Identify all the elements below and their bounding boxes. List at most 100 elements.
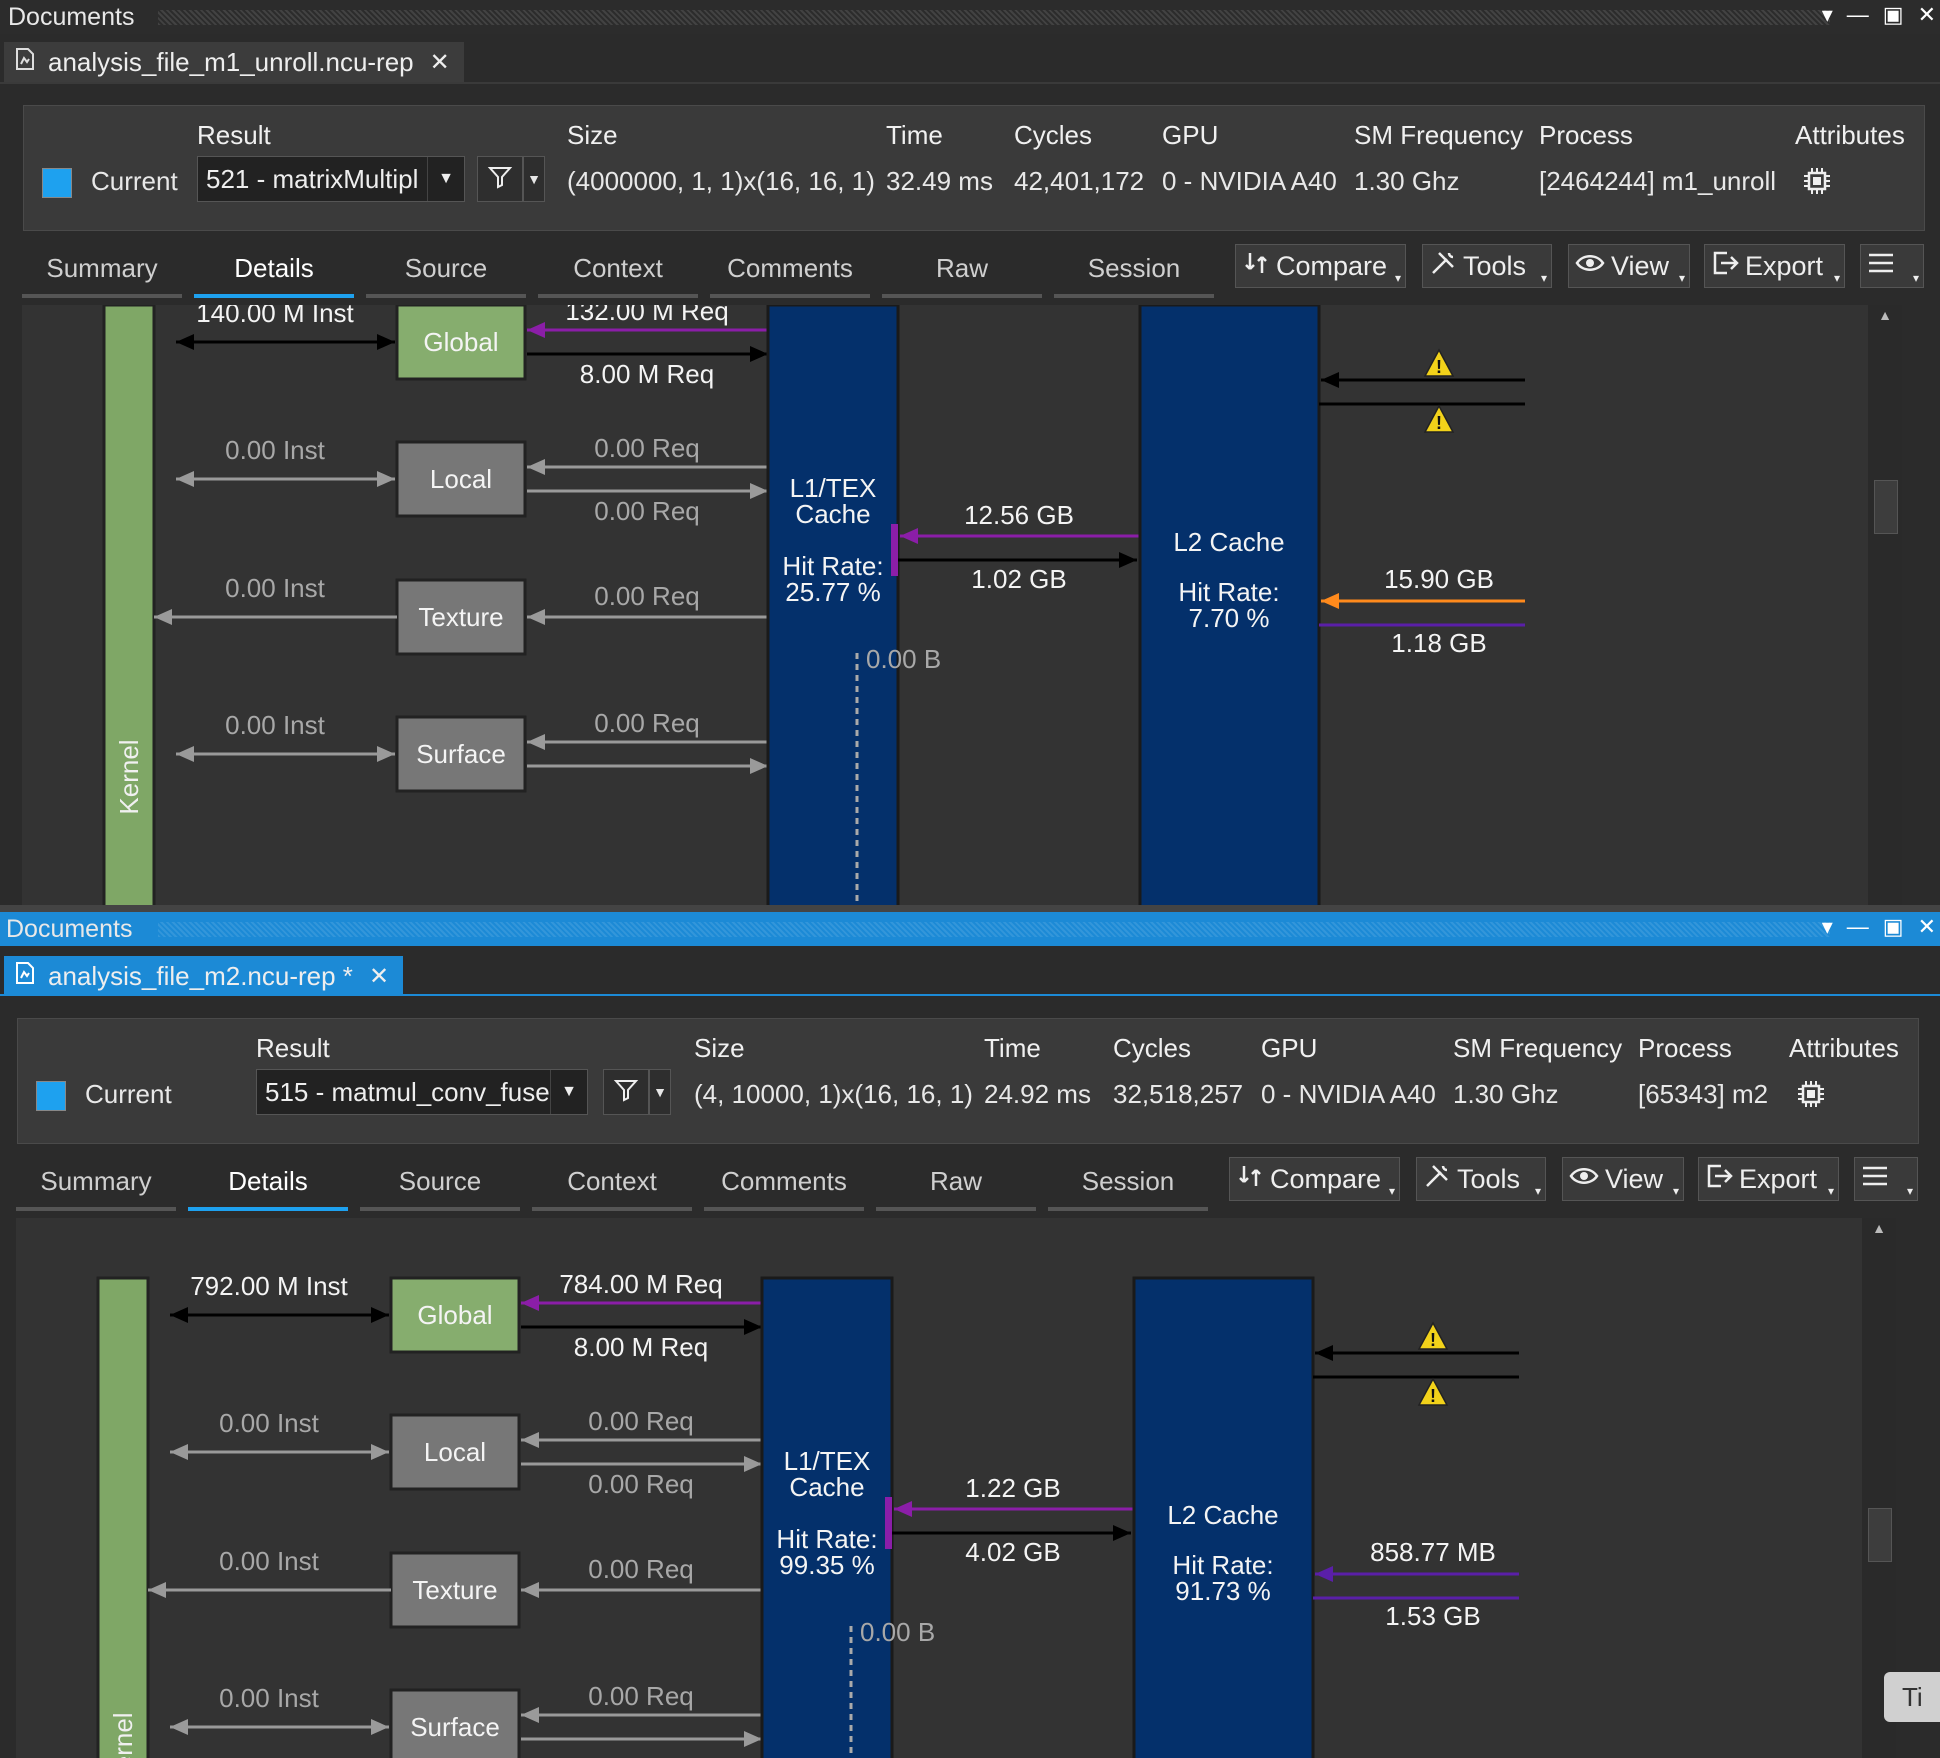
local-load-arrow-head (527, 459, 545, 475)
local-store-arrow-head (744, 1456, 762, 1472)
document-tab[interactable]: analysis_file_m2.ncu-rep * ✕ (4, 956, 404, 996)
time-value: 32.49 ms (886, 166, 993, 196)
attributes-label: Attributes (1789, 1033, 1899, 1063)
l1-cache-title-2: Cache (795, 499, 870, 529)
kernel-label: Kernel (108, 1712, 138, 1758)
surface-inst-arrow-head (176, 746, 194, 762)
surface-label: Surface (416, 739, 506, 769)
eye-icon (1569, 1162, 1599, 1197)
tab-comments[interactable]: Comments (710, 248, 870, 298)
export-button[interactable]: Export ▾ (1704, 244, 1845, 288)
chevron-down-icon[interactable]: ▾ (1822, 914, 1833, 940)
tab-summary[interactable]: Summary (22, 248, 182, 298)
tab-comments[interactable]: Comments (704, 1161, 864, 1211)
result-select[interactable]: 521 - matrixMultipl ▼ (197, 156, 465, 202)
export-button[interactable]: Export ▾ (1698, 1157, 1839, 1201)
result-label: Result (256, 1033, 330, 1063)
close-icon[interactable]: ✕ (369, 962, 389, 991)
scroll-up-icon[interactable]: ▲ (1870, 1220, 1888, 1238)
local-inst-arrow-head (377, 471, 395, 487)
tab-session[interactable]: Session (1048, 1161, 1208, 1211)
chip-icon[interactable] (1796, 1079, 1826, 1114)
l1-hit-value: 99.35 % (779, 1550, 874, 1580)
compare-button[interactable]: Compare ▾ (1229, 1157, 1400, 1201)
local-inst-label: 0.00 Inst (225, 435, 326, 465)
vertical-scrollbar[interactable]: ▲ (1868, 305, 1902, 905)
local-label: Local (430, 464, 492, 494)
scrollbar-thumb[interactable] (1868, 1508, 1892, 1562)
documents-title: Documents (8, 3, 135, 31)
tools-label: Tools (1463, 250, 1527, 281)
device-top-label: 858.77 MB (1370, 1537, 1496, 1567)
tab-context[interactable]: Context (532, 1161, 692, 1211)
tools-button[interactable]: Tools ▾ (1416, 1157, 1546, 1201)
texture-req-label: 0.00 Req (594, 581, 700, 611)
tab-context[interactable]: Context (538, 248, 698, 298)
result-label: Result (197, 120, 271, 150)
tab-details[interactable]: Details (188, 1161, 348, 1211)
filter-dropdown[interactable]: ▼ (523, 156, 545, 202)
minimize-icon[interactable]: — (1847, 2, 1869, 28)
attributes-label: Attributes (1795, 120, 1905, 150)
gpu-label: GPU (1162, 120, 1219, 150)
header-grip[interactable] (158, 922, 1830, 937)
l1-l2-store-arrow-head (1113, 1525, 1131, 1541)
time-value: 24.92 ms (984, 1079, 1091, 1109)
view-button[interactable]: View ▾ (1568, 244, 1690, 288)
chevron-down-icon[interactable]: ▾ (1822, 2, 1833, 28)
global-label: Global (423, 327, 498, 357)
chevron-down-icon[interactable]: ▼ (550, 1070, 587, 1114)
scroll-up-icon[interactable]: ▲ (1876, 307, 1894, 325)
filter-dropdown[interactable]: ▼ (649, 1069, 671, 1115)
result-bar: Result Size Time Cycles GPU SM Frequency… (23, 105, 1925, 231)
tools-label: Tools (1457, 1163, 1521, 1194)
document-tab[interactable]: analysis_file_m1_unroll.ncu-rep ✕ (4, 42, 464, 82)
view-button[interactable]: View ▾ (1562, 1157, 1684, 1201)
filter-button[interactable] (603, 1069, 649, 1115)
local-load-label: 0.00 Req (594, 433, 700, 463)
menu-button[interactable]: ▾ (1854, 1157, 1918, 1201)
texture-inst-arrow-head (154, 609, 172, 625)
chevron-down-icon[interactable]: ▼ (427, 157, 464, 201)
local-store-arrow-head (750, 483, 768, 499)
tab-summary[interactable]: Summary (16, 1161, 176, 1211)
global-inst-arrow-head (170, 1307, 188, 1323)
result-select[interactable]: 515 - matmul_conv_fuse ▼ (256, 1069, 588, 1115)
chip-icon[interactable] (1802, 166, 1832, 201)
tab-raw[interactable]: Raw (876, 1161, 1036, 1211)
document-tabstrip: analysis_file_m1_unroll.ncu-rep ✕ (0, 34, 1940, 84)
device-load-arrow-head (1321, 593, 1339, 609)
texture-req-arrow-head (521, 1582, 539, 1598)
texture-label: Texture (418, 602, 503, 632)
local-store-label: 0.00 Req (588, 1469, 694, 1499)
tab-source[interactable]: Source (366, 248, 526, 298)
tab-raw[interactable]: Raw (882, 248, 1042, 298)
document-tab-label: analysis_file_m2.ncu-rep * (48, 960, 353, 991)
global-inst-arrow-head (371, 1307, 389, 1323)
side-tab[interactable]: Ti (1884, 1672, 1940, 1722)
minimize-icon[interactable]: — (1847, 914, 1869, 940)
size-value: (4000000, 1, 1)x(16, 16, 1) (567, 166, 875, 196)
close-icon[interactable]: ✕ (430, 48, 450, 77)
maximize-icon[interactable]: ▣ (1883, 2, 1904, 28)
tab-session[interactable]: Session (1054, 248, 1214, 298)
device-bottom-label: 1.53 GB (1385, 1601, 1480, 1631)
filter-button[interactable] (477, 156, 523, 202)
global-load-arrow-head (527, 322, 545, 338)
tab-details[interactable]: Details (194, 248, 354, 298)
close-icon[interactable]: ✕ (1918, 2, 1936, 28)
scrollbar-thumb[interactable] (1874, 480, 1898, 534)
l1-l2-top-label: 12.56 GB (964, 500, 1074, 530)
panel-splitter[interactable] (0, 905, 1940, 912)
close-icon[interactable]: ✕ (1918, 914, 1936, 940)
cycles-value: 42,401,172 (1014, 166, 1145, 196)
menu-button[interactable]: ▾ (1860, 244, 1924, 288)
global-store-label: 8.00 M Req (574, 1332, 708, 1362)
compare-button[interactable]: Compare ▾ (1235, 244, 1406, 288)
maximize-icon[interactable]: ▣ (1883, 914, 1904, 940)
tab-source[interactable]: Source (360, 1161, 520, 1211)
header-grip[interactable] (158, 10, 1830, 25)
tools-button[interactable]: Tools ▾ (1422, 244, 1552, 288)
local-inst-arrow-head (371, 1444, 389, 1460)
view-label: View (1611, 250, 1670, 281)
